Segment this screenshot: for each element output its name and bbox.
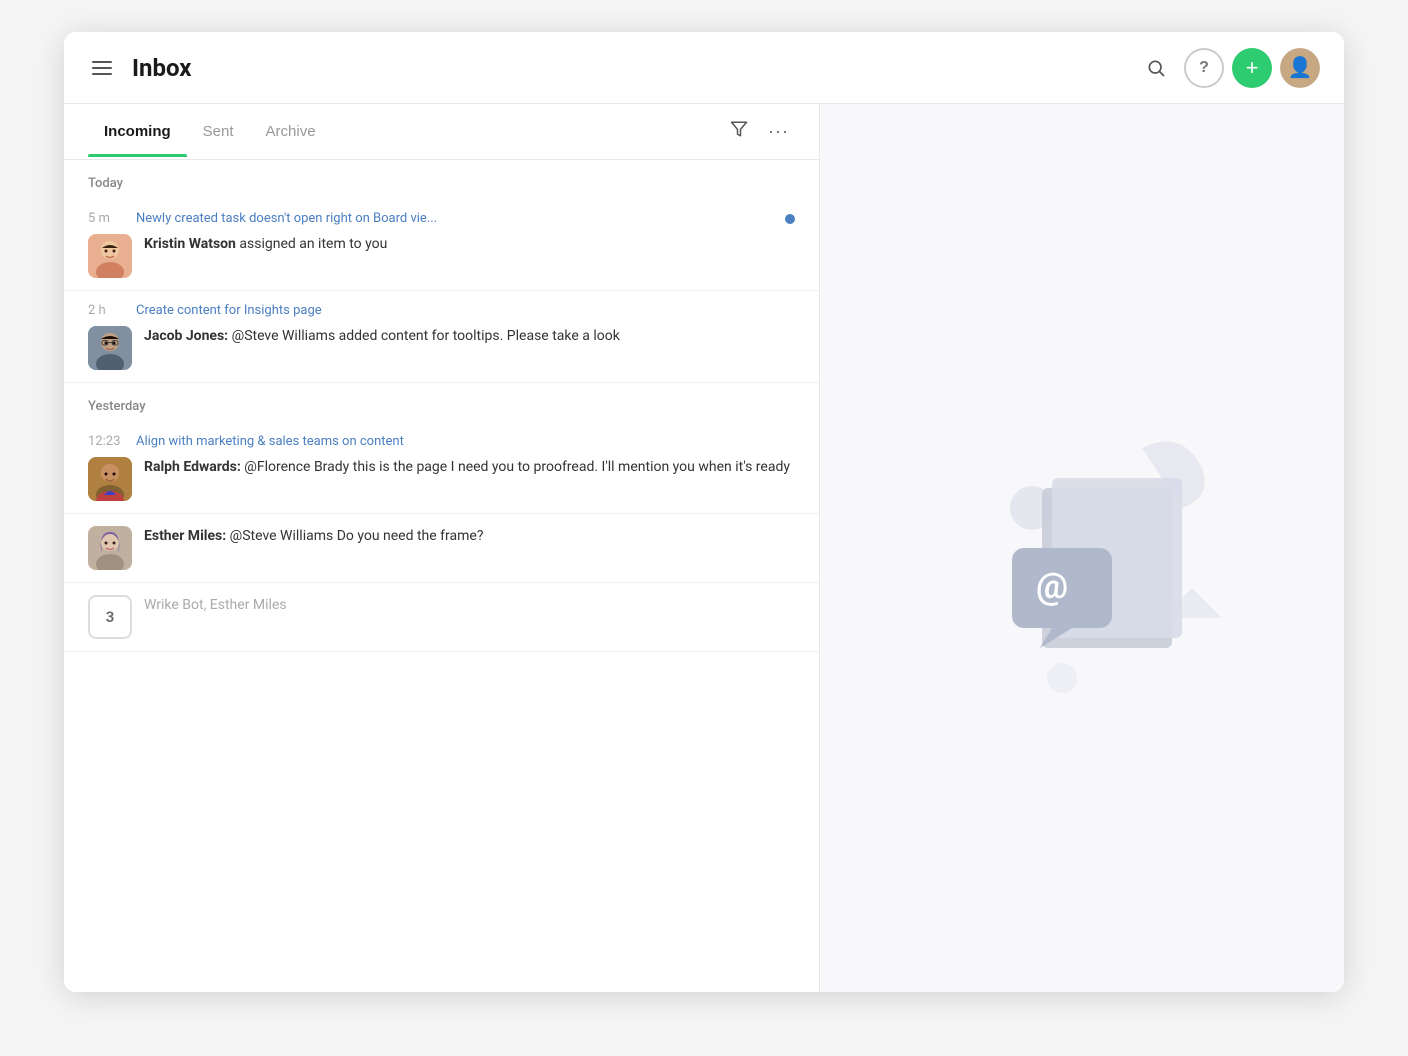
add-button[interactable]: +	[1232, 48, 1272, 88]
search-icon	[1146, 58, 1166, 78]
avatar-image	[88, 326, 132, 370]
filter-button[interactable]	[724, 114, 754, 149]
right-panel: @	[820, 104, 1344, 992]
notif-header: 5 m Newly created task doesn't open righ…	[88, 211, 795, 226]
help-button[interactable]: ?	[1184, 48, 1224, 88]
notif-header: 2 h Create content for Insights page	[88, 303, 795, 318]
esther-avatar	[88, 526, 132, 570]
tabs: Incoming Sent Archive	[88, 107, 724, 156]
notification-item[interactable]: 2 h Create content for Insights page	[64, 291, 819, 383]
sender-name: Jacob Jones:	[144, 328, 228, 344]
notif-message: Esther Miles: @Steve Williams Do you nee…	[144, 526, 483, 547]
empty-state-illustration: @	[922, 388, 1242, 708]
tabs-bar: Incoming Sent Archive ···	[64, 104, 819, 160]
page-title: Inbox	[132, 54, 191, 82]
app-window: Inbox ? + 👤	[64, 32, 1344, 992]
ralph-avatar	[88, 457, 132, 501]
notif-task: Create content for Insights page	[136, 303, 795, 318]
notif-time: 5 m	[88, 211, 128, 226]
notif-time: 12:23	[88, 434, 128, 449]
notif-task: Align with marketing & sales teams on co…	[136, 434, 795, 449]
notification-item[interactable]: 3 Wrike Bot, Esther Miles	[64, 583, 819, 652]
more-button[interactable]: ···	[762, 115, 795, 148]
main-content: Incoming Sent Archive ···	[64, 104, 1344, 992]
notif-body: 3 Wrike Bot, Esther Miles	[88, 595, 795, 639]
section-today: Today	[64, 160, 819, 199]
notif-time: 2 h	[88, 303, 128, 318]
tab-incoming[interactable]: Incoming	[88, 107, 187, 156]
help-icon: ?	[1199, 59, 1209, 77]
notif-avatar	[88, 326, 132, 370]
notif-message: Wrike Bot, Esther Miles	[144, 595, 287, 616]
notif-body: Esther Miles: @Steve Williams Do you nee…	[88, 526, 795, 570]
notif-task: Newly created task doesn't open right on…	[136, 211, 777, 226]
notif-message: Ralph Edwards: @Florence Brady this is t…	[144, 457, 790, 478]
notif-avatar	[88, 234, 132, 278]
notifications-list: Today 5 m Newly created task doesn't ope…	[64, 160, 819, 992]
notif-message: Kristin Watson assigned an item to you	[144, 234, 387, 255]
header-right: ? + 👤	[1136, 48, 1320, 88]
menu-button[interactable]	[88, 57, 116, 79]
message-text: @Steve Williams added content for toolti…	[232, 328, 620, 344]
section-yesterday: Yesterday	[64, 383, 819, 422]
notif-body: Jacob Jones: @Steve Williams added conte…	[88, 326, 795, 370]
hamburger-line	[92, 73, 112, 75]
sender-name: Kristin Watson	[144, 236, 236, 252]
avatar-image	[88, 457, 132, 501]
user-avatar-button[interactable]: 👤	[1280, 48, 1320, 88]
message-text: @Steve Williams Do you need the frame?	[230, 528, 484, 544]
message-text: @Florence Brady this is the page I need …	[244, 459, 790, 475]
notif-message: Jacob Jones: @Steve Williams added conte…	[144, 326, 620, 347]
header-left: Inbox	[88, 54, 191, 82]
tab-archive[interactable]: Archive	[250, 107, 332, 156]
notification-item[interactable]: 12:23 Align with marketing & sales teams…	[64, 422, 819, 514]
notification-item[interactable]: Esther Miles: @Steve Williams Do you nee…	[64, 514, 819, 583]
notif-body: Ralph Edwards: @Florence Brady this is t…	[88, 457, 795, 501]
avatar-image	[88, 526, 132, 570]
message-text: Wrike Bot, Esther Miles	[144, 597, 287, 613]
notif-body: Kristin Watson assigned an item to you	[88, 234, 795, 278]
kristin-avatar	[88, 234, 132, 278]
svg-text:@: @	[1036, 565, 1068, 607]
user-avatar: 👤	[1280, 48, 1320, 88]
jacob-avatar	[88, 326, 132, 370]
hamburger-line	[92, 61, 112, 63]
notif-avatar	[88, 526, 132, 570]
left-panel: Incoming Sent Archive ···	[64, 104, 820, 992]
notif-avatar	[88, 457, 132, 501]
unread-dot	[785, 214, 795, 224]
tab-sent[interactable]: Sent	[187, 107, 250, 156]
message-text: assigned an item to you	[239, 236, 387, 252]
filter-icon	[730, 120, 748, 138]
more-icon: ···	[768, 121, 789, 141]
tabs-actions: ···	[724, 114, 795, 149]
add-icon: +	[1246, 57, 1259, 79]
sender-name: Esther Miles:	[144, 528, 226, 544]
sender-name: Ralph Edwards:	[144, 459, 241, 475]
notif-header: 12:23 Align with marketing & sales teams…	[88, 434, 795, 449]
search-button[interactable]	[1136, 48, 1176, 88]
hamburger-line	[92, 67, 112, 69]
notification-item[interactable]: 5 m Newly created task doesn't open righ…	[64, 199, 819, 291]
notif-count: 3	[88, 595, 132, 639]
avatar-image	[88, 234, 132, 278]
header: Inbox ? + 👤	[64, 32, 1344, 104]
